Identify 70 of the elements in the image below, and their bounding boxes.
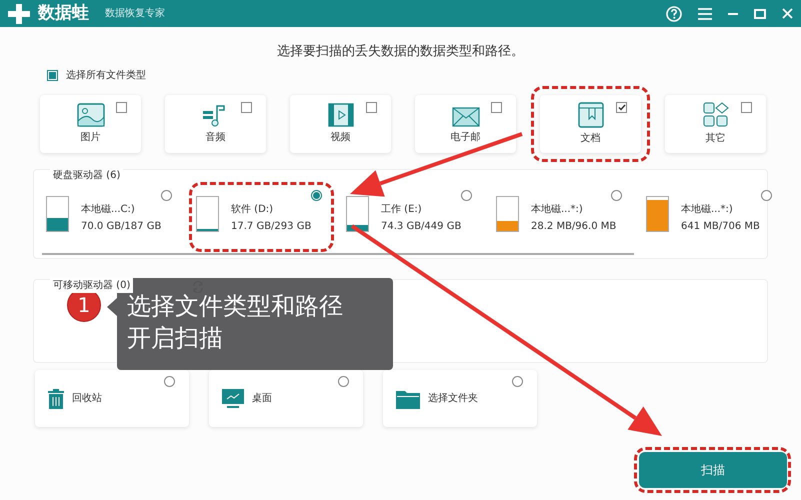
checkbox[interactable] — [366, 102, 377, 113]
drive-name: 本地磁...*:) — [681, 202, 733, 217]
app-subtitle: 数据恢复专家 — [105, 6, 165, 21]
drive-icon[interactable] — [346, 196, 369, 232]
radio-button[interactable] — [161, 190, 172, 201]
file-type-card[interactable]: 文档 — [540, 95, 641, 153]
logo-text: 数据蛙 — [38, 5, 89, 22]
file-type-label: 视频 — [330, 130, 350, 146]
file-type-card[interactable]: 图片 — [40, 95, 141, 153]
drive-icon[interactable] — [196, 196, 219, 232]
drive-name: 工作 (E:) — [381, 203, 422, 217]
file-type-label: 文档 — [580, 132, 600, 146]
drive-icon[interactable] — [496, 196, 519, 232]
video-icon — [326, 103, 354, 128]
menu-icon[interactable] — [698, 8, 712, 20]
file-type-card[interactable]: 电子邮 — [415, 95, 516, 153]
drive-icon[interactable] — [46, 196, 69, 232]
callout-text: 开启扫描 — [127, 323, 224, 354]
radio-button[interactable] — [611, 190, 622, 201]
image-icon — [76, 103, 104, 128]
drive-usage: 74.3 GB/449 GB — [381, 220, 462, 234]
radio-button[interactable] — [311, 190, 322, 201]
location-card[interactable]: 选择文件夹 — [383, 370, 537, 427]
checkbox[interactable] — [741, 102, 752, 113]
file-type-card[interactable]: 其它 — [665, 95, 766, 153]
location-label: 桌面 — [252, 392, 272, 406]
scrollbar[interactable] — [42, 253, 634, 255]
drive-name: 本地磁...C:) — [81, 202, 135, 217]
checkbox-label: 选择所有文件类型 — [66, 68, 146, 83]
checkbox[interactable] — [116, 102, 127, 113]
checkbox[interactable] — [241, 102, 252, 113]
instruction-heading: 选择要扫描的丢失数据的数据类型和路径。 — [276, 44, 525, 60]
drive-usage: 641 MB/706 MB — [681, 220, 760, 234]
drive-icon[interactable] — [646, 196, 669, 232]
location-card[interactable]: 回收站 — [35, 370, 189, 427]
location-card[interactable]: 桌面 — [209, 370, 363, 427]
file-type-label: 其它 — [706, 132, 726, 146]
close-icon[interactable] — [782, 8, 793, 19]
monitor-icon — [222, 388, 244, 408]
drive-usage: 70.0 GB/187 GB — [81, 220, 162, 234]
maximize-icon[interactable] — [754, 8, 766, 18]
grid-icon — [702, 102, 728, 128]
folder-icon — [396, 388, 420, 408]
radio-button[interactable] — [761, 190, 772, 201]
radio-button[interactable] — [338, 376, 349, 387]
location-label: 回收站 — [72, 392, 102, 406]
file-type-label: 电子邮 — [450, 130, 480, 146]
drive-name: 本地磁...*:) — [531, 202, 583, 217]
radio-button[interactable] — [461, 190, 472, 201]
drive-name: 软件 (D:) — [231, 203, 274, 217]
trash-icon — [48, 388, 64, 408]
document-icon — [578, 102, 604, 128]
radio-button[interactable] — [164, 376, 175, 387]
section-title: 可移动驱动器 (0) — [50, 278, 134, 293]
file-type-card[interactable]: 音频 — [165, 95, 266, 153]
file-type-label: 音频 — [206, 130, 226, 146]
help-icon[interactable] — [666, 6, 682, 22]
file-type-label: 图片 — [80, 130, 100, 146]
checkbox[interactable] — [616, 102, 627, 113]
radio-button[interactable] — [512, 376, 523, 387]
callout-text: 选择文件类型和路径 — [127, 291, 344, 322]
drive-usage: 17.7 GB/293 GB — [231, 220, 312, 234]
checkbox[interactable] — [491, 102, 502, 113]
scan-button[interactable]: 扫描 — [639, 452, 787, 488]
logo-icon — [8, 4, 30, 24]
minimize-icon[interactable] — [728, 12, 738, 14]
select-all-checkbox[interactable] — [47, 70, 58, 81]
file-type-card[interactable]: 视频 — [290, 95, 391, 153]
drive-usage: 28.2 MB/96.0 MB — [531, 220, 616, 234]
location-label: 选择文件夹 — [428, 392, 478, 406]
